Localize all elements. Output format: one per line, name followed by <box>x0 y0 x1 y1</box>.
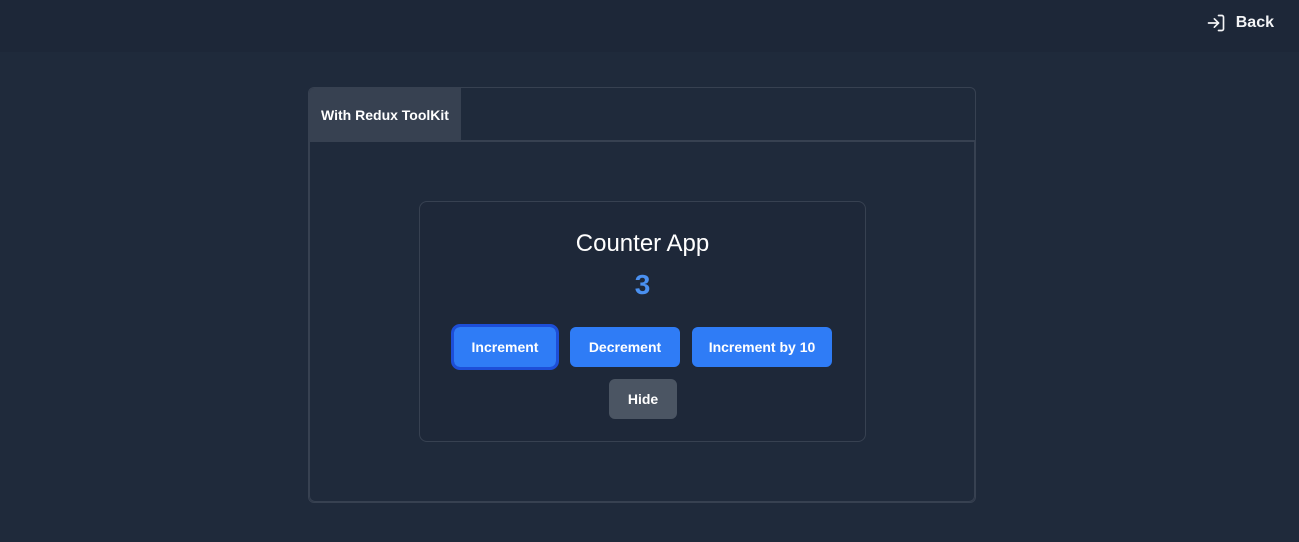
decrement-button[interactable]: Decrement <box>570 327 680 367</box>
increment-by-10-button[interactable]: Increment by 10 <box>692 327 832 367</box>
card-title: Counter App <box>575 230 710 257</box>
sign-in-arrow-icon <box>1206 13 1226 33</box>
tab-bar: With Redux ToolKit <box>309 88 975 141</box>
hide-button[interactable]: Hide <box>609 379 677 419</box>
top-bar: Back <box>0 0 1299 52</box>
back-button[interactable]: Back <box>1206 13 1274 33</box>
counter-value: 3 <box>634 269 651 300</box>
increment-button[interactable]: Increment <box>451 324 559 370</box>
counter-card: Counter App 3 Increment Decrement Increm… <box>419 201 866 442</box>
tab-with-redux-toolkit[interactable]: With Redux ToolKit <box>309 88 461 141</box>
back-label: Back <box>1235 14 1274 31</box>
